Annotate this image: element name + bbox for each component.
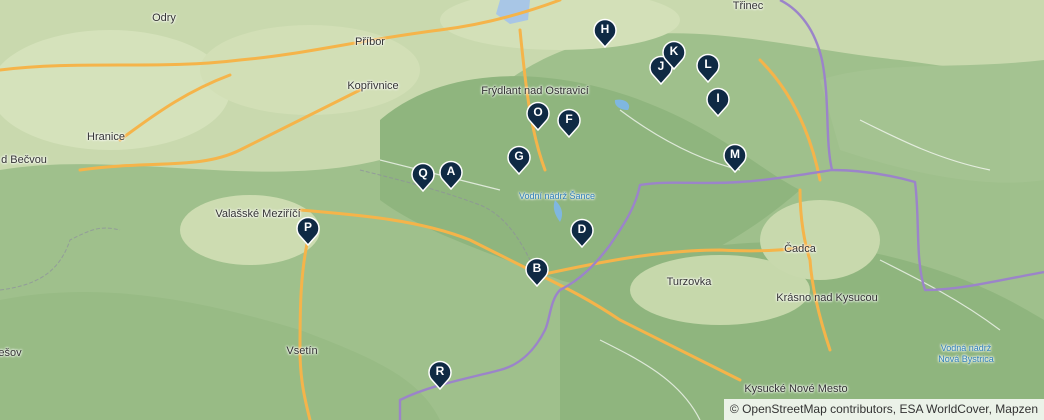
marker-label: A <box>446 164 456 178</box>
marker-label: H <box>600 22 610 36</box>
map-marker-b[interactable]: B <box>525 257 549 287</box>
map-marker-q[interactable]: Q <box>411 162 435 192</box>
place-label-reservoir: Vodná nádrž <box>940 343 992 353</box>
place-label-odry: Odry <box>152 12 176 24</box>
marker-label: I <box>716 91 720 105</box>
place-label-hranice: Hranice <box>87 131 125 143</box>
map-marker-h[interactable]: H <box>593 18 617 48</box>
map-marker-r[interactable]: R <box>428 360 452 390</box>
marker-label: D <box>577 222 587 236</box>
map-marker-m[interactable]: M <box>723 143 747 173</box>
map-marker-g[interactable]: G <box>507 145 531 175</box>
map-marker-f[interactable]: F <box>557 108 581 138</box>
place-label-cadca: Čadca <box>784 243 816 255</box>
map-marker-d[interactable]: D <box>570 218 594 248</box>
place-label-sance: Vodní nádrž Šance <box>518 191 596 201</box>
marker-label: O <box>533 105 543 119</box>
map-marker-l[interactable]: L <box>696 53 720 83</box>
marker-label: B <box>532 261 542 275</box>
place-label-nova-bystrica: Nová Bystrica <box>938 354 994 364</box>
place-label-vsetin: Vsetín <box>286 345 318 357</box>
marker-label: L <box>704 57 712 71</box>
place-label-becvou: d Bečvou <box>1 154 47 166</box>
marker-label: F <box>565 112 573 126</box>
marker-label: Q <box>418 166 428 180</box>
map-marker-a[interactable]: A <box>439 160 463 190</box>
marker-label: K <box>669 44 679 58</box>
place-label-kysucke: Kysucké Nové Mesto <box>744 383 848 395</box>
place-label-trinec: Třinec <box>732 0 764 12</box>
map-attribution[interactable]: © OpenStreetMap contributors, ESA WorldC… <box>723 399 1044 420</box>
marker-label: M <box>730 147 740 161</box>
place-label-koprivnice: Kopřivnice <box>347 80 399 92</box>
place-label-esov: ešov <box>0 347 22 359</box>
place-label-frydlant: Frýdlant nad Ostravicí <box>481 85 589 97</box>
map-marker-o[interactable]: O <box>526 101 550 131</box>
map-marker-i[interactable]: I <box>706 87 730 117</box>
place-label-pribor: Příbor <box>355 36 385 48</box>
place-label-valasske-mezirici: Valašské Meziříčí <box>215 208 301 220</box>
marker-label: R <box>435 364 445 378</box>
marker-label: G <box>514 149 524 163</box>
map-marker-k[interactable]: K <box>662 40 686 70</box>
map-base-layer <box>0 0 1044 420</box>
map-marker-p[interactable]: P <box>296 216 320 246</box>
place-label-krasno: Krásno nad Kysucou <box>776 292 878 304</box>
marker-label: P <box>303 220 312 234</box>
map-view[interactable]: Odry Příbor Třinec Kopřivnice Frýdlant n… <box>0 0 1044 420</box>
place-label-turzovka: Turzovka <box>666 276 712 288</box>
